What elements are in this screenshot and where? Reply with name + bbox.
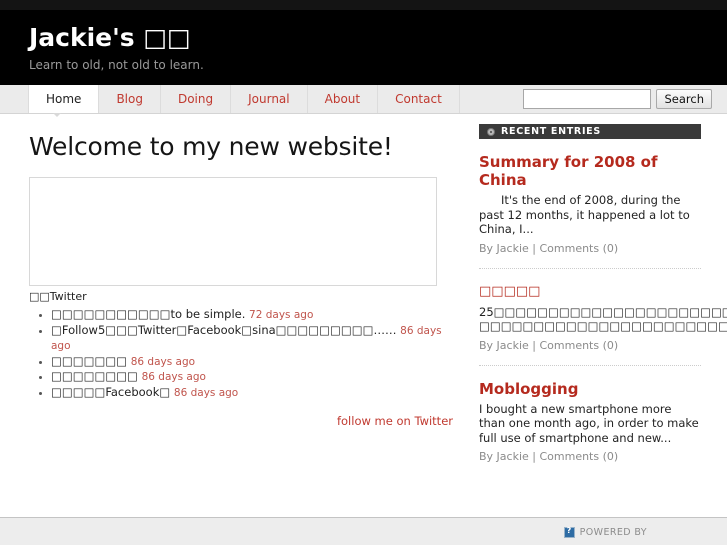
nav-link-blog[interactable]: Blog [98,85,161,113]
entry-meta: By Jackie | Comments (0) [479,241,619,255]
search-button[interactable]: Search [656,89,712,109]
recent-entry: □□□□□ 25□□□□□□□□□□□□□□□□□□□□□ □□□□□□□□□□□□… [479,267,727,352]
tweet-item: □□□□□□□ 86 days ago [51,354,450,370]
top-strip [0,0,727,10]
page-title: Welcome to my new website! [29,132,393,161]
site-header: Jackie's □□ Learn to old, not old to lea… [0,10,727,85]
site-title: Jackie's □□ [29,23,191,52]
nav-link-home[interactable]: Home [28,85,100,113]
embedded-media-box [29,177,437,286]
nav-link-contact[interactable]: Contact [377,85,460,113]
tweet-item: □Follow5□□□Twitter□Facebook□sina□□□□□□□□… [51,323,450,354]
main-content: Welcome to my new website! □□Twitter □□□… [0,114,453,510]
recent-entry: Summary for 2008 of China It's the end of… [479,139,701,255]
nav-item-blog[interactable]: Blog [98,85,161,113]
search-input[interactable] [523,89,652,109]
main-navigation: Home Blog Doing Journal About Contact Search [0,85,727,117]
recent-entries-widget-header: RECENT ENTRIES [479,124,701,139]
entry-meta: By Jackie | Comments (0) [479,338,619,352]
follow-me-on-twitter-link[interactable]: follow me on Twitter [29,414,453,428]
entry-title-link[interactable]: Summary for 2008 of China [479,153,701,189]
recent-entries-title: RECENT ENTRIES [501,126,601,137]
twitter-widget-label: □□Twitter [29,290,87,303]
entry-excerpt: I bought a new smartphone more than one … [479,401,699,445]
search-form: Search [523,89,712,109]
site-tagline: Learn to old, not old to learn. [29,57,204,72]
nav-link-about[interactable]: About [306,85,379,113]
nav-item-home[interactable]: Home [28,85,100,113]
sidebar: RECENT ENTRIES Summary for 2008 of China… [479,114,727,510]
site-footer: POWERED BY [0,517,727,545]
tweet-text: □Follow5□□□Twitter□Facebook□sina□□□□□□□□… [51,322,397,337]
circle-bullet-icon [487,127,495,136]
tweet-text: □□□□□□□□ [51,369,138,383]
nav-item-doing[interactable]: Doing [159,85,232,113]
entry-excerpt: 25□□□□□□□□□□□□□□□□□□□□□ □□□□□□□□□□□□□□□□□… [479,304,727,334]
tweet-item: □□□□□Facebook□ 86 days ago [51,385,450,401]
nav-link-doing[interactable]: Doing [159,85,232,113]
tweet-item: □□□□□□□□ 86 days ago [51,369,450,385]
nav-item-journal[interactable]: Journal [230,85,308,113]
nav-link-journal[interactable]: Journal [230,85,308,113]
entry-excerpt: It's the end of 2008, during the past 12… [479,193,690,236]
tweet-timestamp: 86 days ago [173,386,239,399]
tweet-text: □□□□□Facebook□ [51,384,171,399]
active-tab-pointer-icon [53,113,61,117]
recent-entry: Moblogging I bought a new smartphone more… [479,364,701,463]
entry-meta: By Jackie | Comments (0) [479,450,619,463]
powered-by-block: POWERED BY [563,526,647,538]
tweet-list: □□□□□□□□□□□to be simple. 72 days ago□Fol… [29,307,450,400]
tweet-timestamp: 72 days ago [249,309,314,321]
powered-by-label: POWERED BY [579,527,647,538]
page-body: Welcome to my new website! □□Twitter □□□… [0,114,727,510]
tweet-text: □□□□□□□□□□□to be simple. [51,307,246,321]
tweet-timestamp: 86 days ago [130,355,196,368]
tweet-item: □□□□□□□□□□□to be simple. 72 days ago [51,307,450,323]
broken-image-icon [563,526,575,538]
tweet-timestamp: 86 days ago [141,371,206,383]
entry-title-link[interactable]: □□□□□ [479,283,701,301]
recent-entries-list: Summary for 2008 of China It's the end of… [479,139,727,463]
nav-item-about[interactable]: About [306,85,379,113]
tweet-text: □□□□□□□ [51,353,128,368]
entry-title-link[interactable]: Moblogging [479,380,701,398]
nav-item-contact[interactable]: Contact [377,85,460,113]
